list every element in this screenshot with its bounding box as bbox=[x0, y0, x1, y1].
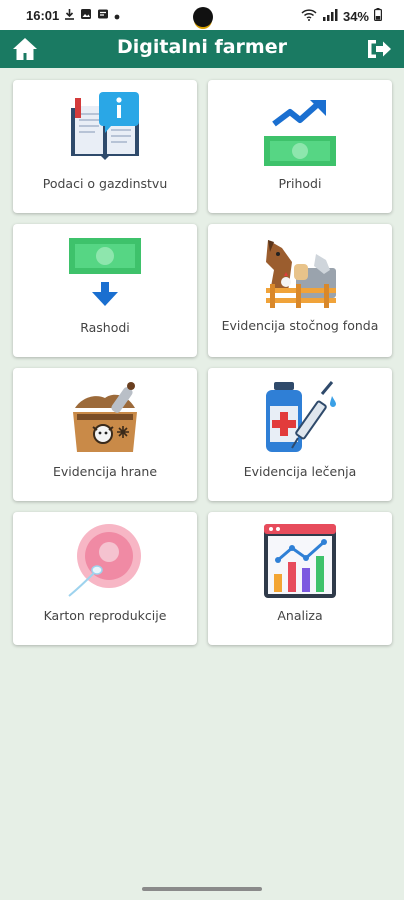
menu-grid: Podaci o gazdinstvu Prihodi Rashodi Evid… bbox=[13, 80, 393, 645]
menu-card-evidencija-hrane[interactable]: Evidencija hrane bbox=[13, 368, 197, 501]
fertilization-icon bbox=[65, 522, 145, 600]
battery-icon bbox=[374, 8, 383, 24]
dot-icon bbox=[114, 8, 120, 23]
card-label: Rashodi bbox=[80, 320, 130, 335]
download-icon bbox=[64, 8, 75, 23]
card-label: Analiza bbox=[277, 608, 323, 623]
card-label: Evidencija lečenja bbox=[243, 464, 357, 479]
vaccine-icon bbox=[260, 378, 340, 456]
menu-card-rashodi[interactable]: Rashodi bbox=[13, 224, 197, 357]
livestock-icon bbox=[260, 234, 340, 312]
card-label: Evidencija stočnog fonda bbox=[221, 318, 379, 333]
menu-card-podaci-o-gazdinstvu[interactable]: Podaci o gazdinstvu bbox=[13, 80, 197, 213]
app-bar: Digitalni farmer bbox=[0, 30, 404, 68]
card-label: Podaci o gazdinstvu bbox=[42, 176, 168, 191]
menu-card-karton-reprodukcije[interactable]: Karton reprodukcije bbox=[13, 512, 197, 645]
status-bar: 16:01 34% bbox=[0, 0, 404, 30]
card-label: Prihodi bbox=[278, 176, 322, 191]
status-time: 16:01 bbox=[26, 8, 60, 23]
app-title: Digitalni farmer bbox=[117, 36, 287, 58]
camera-cutout bbox=[193, 7, 213, 27]
menu-card-prihodi[interactable]: Prihodi bbox=[208, 80, 392, 213]
feed-sack-icon bbox=[65, 378, 145, 456]
logout-icon[interactable] bbox=[365, 36, 393, 62]
gesture-bar[interactable] bbox=[142, 887, 262, 891]
signal-icon bbox=[322, 8, 338, 24]
menu-card-evidencija-stocnog-fonda[interactable]: Evidencija stočnog fonda bbox=[208, 224, 392, 357]
info-book-icon bbox=[65, 90, 145, 168]
image-icon bbox=[80, 8, 92, 23]
income-icon bbox=[260, 90, 340, 168]
expense-icon bbox=[65, 234, 145, 312]
menu-card-evidencija-lecenja[interactable]: Evidencija lečenja bbox=[208, 368, 392, 501]
menu-card-analiza[interactable]: Analiza bbox=[208, 512, 392, 645]
card-label: Karton reprodukcije bbox=[43, 608, 167, 623]
battery-percent: 34% bbox=[342, 8, 369, 24]
message-icon bbox=[97, 8, 109, 23]
wifi-icon bbox=[301, 8, 317, 24]
card-label: Evidencija hrane bbox=[52, 464, 158, 479]
analytics-icon bbox=[260, 522, 340, 600]
